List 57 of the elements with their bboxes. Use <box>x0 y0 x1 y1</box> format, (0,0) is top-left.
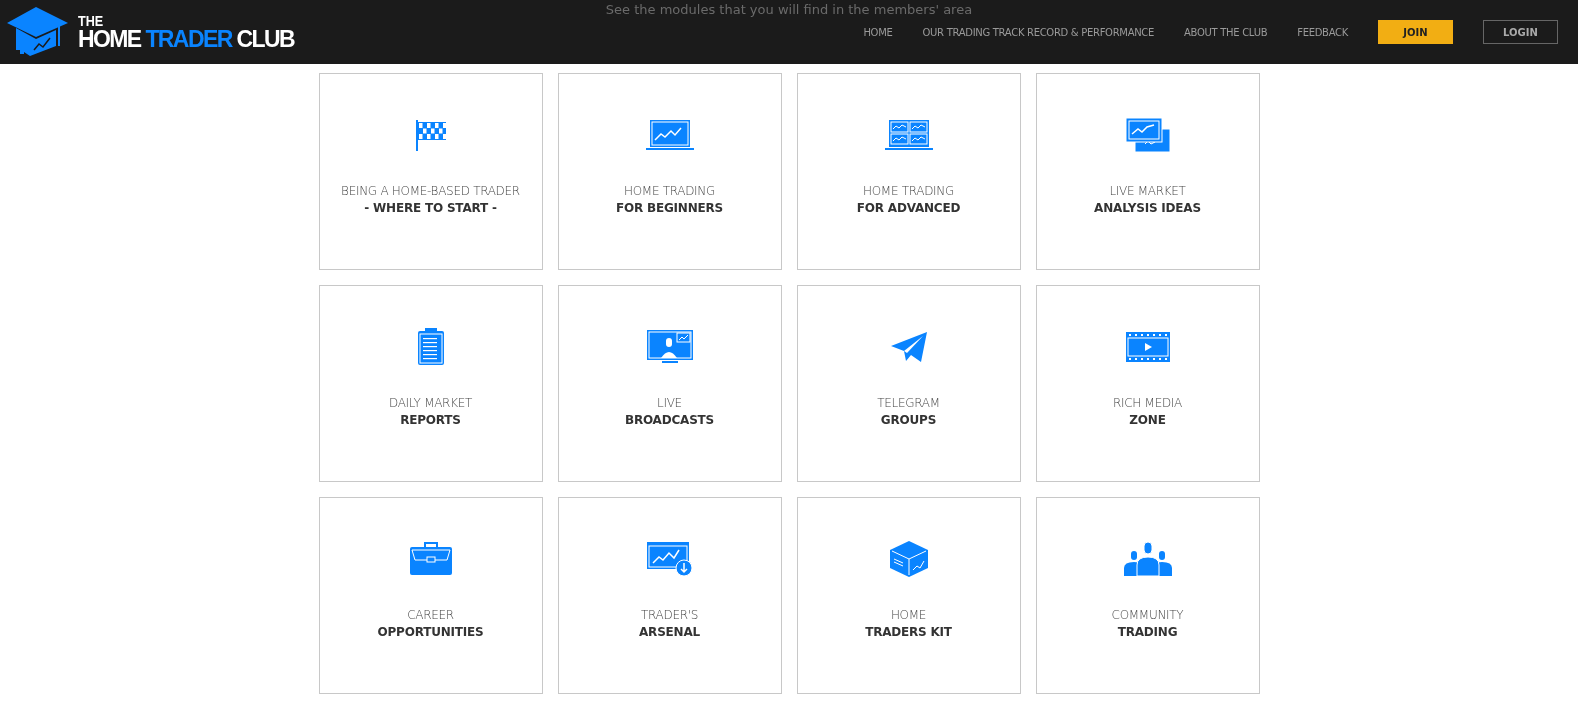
login-button[interactable]: LOGIN <box>1483 20 1558 44</box>
module-title: DAILY MARKET <box>388 396 473 410</box>
module-card[interactable]: BEING A HOME-BASED TRADER - WHERE TO START - <box>318 73 543 270</box>
module-subtitle: OPPORTUNITIES <box>377 625 484 639</box>
module-title: LIVE MARKET <box>1109 184 1186 198</box>
module-card[interactable]: LIVE BROADCASTS <box>557 285 782 482</box>
module-title: HOME TRADING <box>623 184 716 198</box>
module-card[interactable]: TRADER'S ARSENAL <box>557 497 782 694</box>
module-subtitle: ARSENAL <box>639 625 700 639</box>
module-title: LIVE <box>657 396 682 410</box>
module-card[interactable]: DAILY MARKET REPORTS <box>318 285 543 482</box>
briefcase-icon <box>408 542 453 576</box>
paper-plane-icon <box>889 331 928 363</box>
module-title: RICH MEDIA <box>1113 396 1182 410</box>
module-subtitle: TRADERS KIT <box>865 625 952 639</box>
cube-box-icon <box>888 540 929 578</box>
nav-link[interactable]: FEEDBACK <box>1297 26 1348 38</box>
video-film-icon <box>1124 331 1171 363</box>
nav-link[interactable]: ABOUT THE CLUB <box>1184 26 1268 38</box>
module-card[interactable]: COMMUNITY TRADING <box>1035 497 1260 694</box>
module-card[interactable]: HOME TRADING FOR ADVANCED <box>796 73 1021 270</box>
checkered-flag-icon <box>414 118 447 152</box>
module-subtitle: BROADCASTS <box>624 413 715 427</box>
module-card[interactable]: CAREER OPPORTUNITIES <box>318 497 543 694</box>
module-subtitle: ZONE <box>1129 413 1166 427</box>
logo-wordmark[interactable]: THE HOME TRADER CLUB <box>78 13 294 51</box>
module-subtitle: REPORTS <box>400 413 461 427</box>
laptop-charts-icon <box>884 119 933 151</box>
module-subtitle: FOR ADVANCED <box>856 201 961 215</box>
presenter-screen-icon <box>645 329 694 365</box>
module-title: CAREER <box>407 608 454 622</box>
module-card[interactable]: HOME TRADERS KIT <box>796 497 1021 694</box>
nav-link[interactable]: OUR TRADING TRACK RECORD & PERFORMANCE <box>922 26 1155 38</box>
people-group-icon <box>1122 541 1173 577</box>
module-card[interactable]: TELEGRAM GROUPS <box>796 285 1021 482</box>
module-subtitle: FOR BEGINNERS <box>615 201 723 215</box>
module-title: HOME TRADING <box>862 184 955 198</box>
graduation-cap-logo-icon <box>6 6 70 58</box>
module-title: BEING A HOME-BASED TRADER <box>341 184 520 198</box>
module-subtitle: GROUPS <box>880 413 937 427</box>
clipboard-icon <box>415 328 446 366</box>
module-subtitle: TRADING <box>1117 625 1178 639</box>
module-subtitle: ANALYSIS IDEAS <box>1094 201 1201 215</box>
laptop-chart-icon <box>645 119 694 151</box>
module-card[interactable]: RICH MEDIA ZONE <box>1035 285 1260 482</box>
module-card[interactable]: LIVE MARKET ANALYSIS IDEAS <box>1035 73 1260 270</box>
intro-text: See the modules that you will find in the members' area <box>604 2 974 17</box>
module-subtitle: - WHERE TO START - <box>364 201 497 215</box>
chart-download-icon <box>645 541 694 577</box>
module-title: TRADER'S <box>640 608 699 622</box>
module-title: TELEGRAM <box>877 396 940 410</box>
module-title: HOME <box>890 608 927 622</box>
join-button[interactable]: JOIN <box>1378 20 1453 44</box>
module-title: COMMUNITY <box>1111 608 1184 622</box>
nav-link[interactable]: HOME <box>863 26 893 38</box>
monitors-chart-icon <box>1124 117 1171 153</box>
module-card[interactable]: HOME TRADING FOR BEGINNERS <box>557 73 782 270</box>
